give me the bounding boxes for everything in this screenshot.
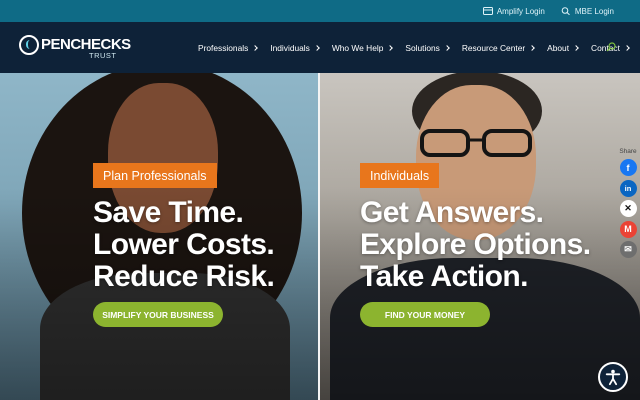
utility-bar: Amplify Login MBE Login bbox=[0, 0, 640, 22]
logo-wordmark: PENCHECKS bbox=[41, 36, 131, 53]
headline-line: Save Time. bbox=[93, 196, 244, 229]
main-navigation: PENCHECKS TRUST Professionals Individual… bbox=[0, 22, 640, 73]
share-sidebar: Share f in ✕ M ✉ bbox=[618, 148, 638, 262]
chevron-right-icon bbox=[573, 44, 579, 51]
nav-item-label: Who We Help bbox=[331, 42, 384, 53]
headline-line: Get Answers. bbox=[360, 196, 544, 229]
chevron-right-icon bbox=[529, 44, 535, 51]
nav-item-label: About bbox=[547, 42, 570, 53]
headline-line: Take Action. bbox=[360, 260, 528, 293]
accessibility-icon bbox=[605, 369, 621, 386]
logo-mark-icon bbox=[19, 35, 39, 55]
individuals-tag: Individuals bbox=[360, 163, 440, 188]
logo-subtitle: TRUST bbox=[89, 51, 117, 60]
hero-left-headline: Save Time. Lower Costs. Reduce Risk. bbox=[93, 196, 275, 293]
linkedin-icon: in bbox=[624, 183, 632, 193]
amplify-login-link[interactable]: Amplify Login bbox=[482, 6, 545, 16]
linkedin-share-button[interactable]: in bbox=[619, 179, 637, 197]
x-icon: ✕ bbox=[624, 203, 632, 214]
x-share-button[interactable]: ✕ bbox=[619, 200, 637, 218]
chevron-right-icon bbox=[387, 44, 394, 51]
hero-individuals: Individuals Get Answers. Explore Options… bbox=[320, 73, 640, 400]
amplify-login-label: Amplify Login bbox=[496, 6, 545, 16]
nav-item-label: Resource Center bbox=[461, 42, 526, 53]
chevron-right-icon bbox=[314, 44, 320, 51]
headline-line: Reduce Risk. bbox=[93, 260, 275, 293]
card-icon bbox=[482, 7, 493, 15]
chevron-right-icon bbox=[624, 44, 630, 51]
nav-item-about[interactable]: About bbox=[547, 42, 579, 53]
nav-menu: Professionals Individuals Who We Help So… bbox=[198, 22, 640, 73]
chevron-right-icon bbox=[252, 44, 259, 51]
gmail-share-button[interactable]: M bbox=[619, 220, 637, 238]
headline-line: Lower Costs. bbox=[93, 228, 275, 261]
simplify-your-business-button[interactable]: SIMPLIFY YOUR BUSINESS bbox=[93, 302, 223, 327]
nav-item-label: Individuals bbox=[270, 42, 310, 53]
accessibility-button[interactable] bbox=[598, 362, 628, 392]
email-share-button[interactable]: ✉ bbox=[619, 241, 637, 259]
email-icon: ✉ bbox=[624, 244, 632, 255]
hero-plan-professionals: Plan Professionals Save Time. Lower Cost… bbox=[0, 73, 320, 400]
find-your-money-button[interactable]: FIND YOUR MONEY bbox=[360, 302, 490, 327]
search-icon[interactable] bbox=[606, 42, 616, 52]
nav-item-individuals[interactable]: Individuals bbox=[270, 42, 320, 53]
chevron-right-icon bbox=[443, 44, 450, 51]
nav-item-label: Solutions bbox=[405, 42, 440, 53]
mbe-login-link[interactable]: MBE Login bbox=[561, 7, 614, 16]
mbe-login-label: MBE Login bbox=[574, 6, 614, 16]
nav-item-resource-center[interactable]: Resource Center bbox=[461, 42, 535, 53]
facebook-icon: f bbox=[626, 162, 630, 173]
nav-item-solutions[interactable]: Solutions bbox=[405, 42, 450, 53]
headline-line: Explore Options. bbox=[360, 228, 591, 261]
share-label: Share bbox=[619, 148, 637, 155]
facebook-share-button[interactable]: f bbox=[619, 159, 637, 176]
hero-right-headline: Get Answers. Explore Options. Take Actio… bbox=[360, 196, 591, 293]
nav-item-label: Professionals bbox=[198, 42, 249, 53]
nav-item-professionals[interactable]: Professionals bbox=[198, 42, 259, 53]
plan-professionals-tag: Plan Professionals bbox=[93, 163, 217, 188]
gmail-icon: M bbox=[624, 224, 632, 235]
openchecks-logo[interactable]: PENCHECKS TRUST bbox=[19, 34, 131, 62]
nav-item-who-we-help[interactable]: Who We Help bbox=[331, 42, 394, 53]
search-person-icon bbox=[561, 7, 570, 15]
